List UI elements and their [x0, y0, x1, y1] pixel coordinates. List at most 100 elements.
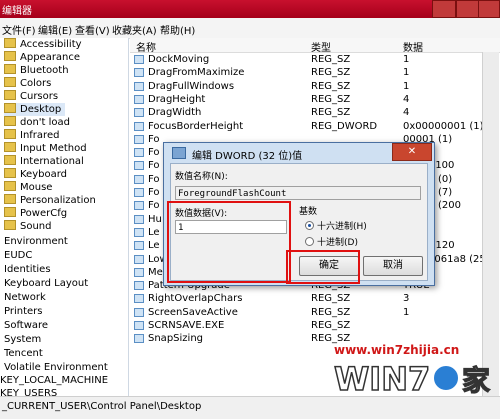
table-row[interactable]: ScreenSaveActive REG_SZ 1	[130, 306, 500, 319]
hex-radio[interactable]	[305, 221, 314, 230]
column-type[interactable]: 类型	[311, 39, 331, 54]
folder-icon	[4, 103, 16, 113]
highlight-value-data	[167, 201, 291, 283]
tree-root-network[interactable]: Network	[4, 291, 46, 304]
reg-value-icon	[134, 161, 144, 171]
folder-icon	[4, 38, 16, 48]
table-row[interactable]: SCRNSAVE.EXE REG_SZ	[130, 319, 500, 332]
menu-edit[interactable]: 编辑(E)	[38, 22, 72, 37]
table-row[interactable]: DragFullWindows REG_SZ 1	[130, 80, 500, 93]
table-row[interactable]: DragFromMaximize REG_SZ 1	[130, 66, 500, 79]
row-type: REG_SZ	[311, 67, 351, 79]
windows-logo-icon	[432, 364, 460, 392]
tree-item-sound[interactable]: Sound	[4, 220, 52, 233]
value-name-field: ForegroundFlashCount	[175, 186, 421, 200]
folder-icon	[4, 129, 16, 139]
tree-root-identities[interactable]: Identities	[4, 263, 51, 276]
folder-icon	[4, 77, 16, 87]
registry-tree[interactable]: Accessibility Appearance Bluetooth Color…	[0, 38, 129, 396]
maximize-button[interactable]	[456, 0, 480, 18]
tree-hive-users[interactable]: KEY_USERS	[0, 387, 57, 396]
tree-root-environment[interactable]: Environment	[4, 235, 68, 248]
row-name: Fo	[148, 160, 160, 172]
cancel-button[interactable]: 取消	[363, 256, 423, 276]
tree-root-tencent[interactable]: Tencent	[4, 347, 43, 360]
reg-value-icon	[134, 227, 144, 237]
tree-item-powercfg[interactable]: PowerCfg	[4, 207, 67, 220]
row-name: Fo	[148, 200, 160, 212]
row-name: Hu	[148, 213, 162, 225]
menu-favorites[interactable]: 收藏夹(A)	[112, 22, 157, 37]
row-name: DragWidth	[148, 107, 202, 119]
reg-value-icon	[134, 267, 144, 277]
row-type: REG_SZ	[311, 320, 351, 331]
folder-icon	[4, 90, 16, 100]
row-type: REG_SZ	[311, 93, 351, 105]
tree-item-colors[interactable]: Colors	[4, 77, 51, 90]
tree-root-system[interactable]: System	[4, 333, 41, 346]
tree-item-keyboard[interactable]: Keyboard	[4, 168, 67, 181]
column-name[interactable]: 名称	[136, 39, 156, 54]
tree-item-appearance[interactable]: Appearance	[4, 51, 80, 64]
tree-hive-local-machine[interactable]: KEY_LOCAL_MACHINE	[0, 374, 108, 387]
minimize-button[interactable]	[432, 0, 456, 18]
column-header: 名称 类型 数据	[130, 38, 500, 54]
tree-item-infrared[interactable]: Infrared	[4, 129, 59, 142]
tree-root-volatile-environment[interactable]: Volatile Environment	[4, 361, 108, 374]
row-name: SnapSizing	[148, 333, 203, 345]
tree-root-keyboard-layout[interactable]: Keyboard Layout	[4, 277, 88, 290]
tree-root-software[interactable]: Software	[4, 319, 48, 332]
reg-value-icon	[134, 148, 144, 158]
folder-icon	[4, 181, 16, 191]
folder-icon	[4, 220, 16, 230]
column-data[interactable]: 数据	[403, 39, 423, 54]
tree-item-personalization[interactable]: Personalization	[4, 194, 96, 207]
tree-root-eudc[interactable]: EUDC	[4, 249, 32, 262]
table-row[interactable]: DockMoving REG_SZ 1	[130, 53, 500, 66]
watermark: www.win7zhijia.cn WIN7 家	[333, 343, 490, 399]
reg-value-icon	[134, 81, 144, 91]
folder-icon	[4, 207, 16, 217]
title-bar: 编辑器	[0, 0, 500, 18]
tree-item-desktop[interactable]: Desktop	[4, 103, 66, 116]
reg-value-icon	[134, 241, 144, 251]
reg-value-icon	[134, 134, 144, 144]
row-name: Fo	[148, 147, 160, 159]
folder-icon	[4, 194, 16, 204]
row-name: DragFullWindows	[148, 80, 235, 92]
close-window-button[interactable]	[478, 0, 500, 18]
table-row[interactable]: DragHeight REG_SZ 4	[130, 93, 500, 106]
table-row[interactable]: FocusBorderHeight REG_DWORD 0x00000001 (1)	[130, 120, 500, 133]
row-type: REG_SZ	[311, 306, 351, 318]
tree-item-cursors[interactable]: Cursors	[4, 90, 58, 103]
row-data: 1	[403, 54, 410, 65]
watermark-url: www.win7zhijia.cn	[334, 343, 459, 357]
value-name-label: 数值名称(N):	[175, 172, 228, 182]
row-type: REG_SZ	[311, 80, 351, 92]
table-row[interactable]: DragWidth REG_SZ 4	[130, 106, 500, 119]
menu-help[interactable]: 帮助(H)	[160, 22, 195, 37]
tree-item-input-method[interactable]: Input Method	[4, 142, 87, 155]
registry-icon	[172, 147, 186, 159]
tree-item-international[interactable]: International	[4, 155, 84, 168]
dec-radio[interactable]	[305, 237, 314, 246]
row-name: Fo	[148, 133, 160, 145]
table-row[interactable]: RightOverlapChars REG_SZ 3	[130, 292, 500, 305]
menu-view[interactable]: 查看(V)	[75, 22, 110, 37]
folder-icon	[4, 168, 16, 178]
tree-item-mouse[interactable]: Mouse	[4, 181, 52, 194]
folder-icon	[4, 155, 16, 165]
menu-file[interactable]: 文件(F)	[2, 22, 36, 37]
reg-value-icon	[134, 174, 144, 184]
row-data: 0x00000001 (1)	[403, 120, 484, 132]
dialog-close-button[interactable]: ✕	[392, 143, 432, 161]
row-name: RightOverlapChars	[148, 293, 243, 305]
folder-icon	[4, 142, 16, 152]
row-name: SCRNSAVE.EXE	[148, 320, 225, 331]
row-name: DragHeight	[148, 93, 206, 105]
tree-root-printers[interactable]: Printers	[4, 305, 42, 318]
tree-item-dont-load[interactable]: don't load	[4, 116, 70, 129]
reg-value-icon	[134, 108, 144, 118]
tree-item-bluetooth[interactable]: Bluetooth	[4, 64, 69, 77]
tree-item-accessibility[interactable]: Accessibility	[4, 38, 82, 51]
